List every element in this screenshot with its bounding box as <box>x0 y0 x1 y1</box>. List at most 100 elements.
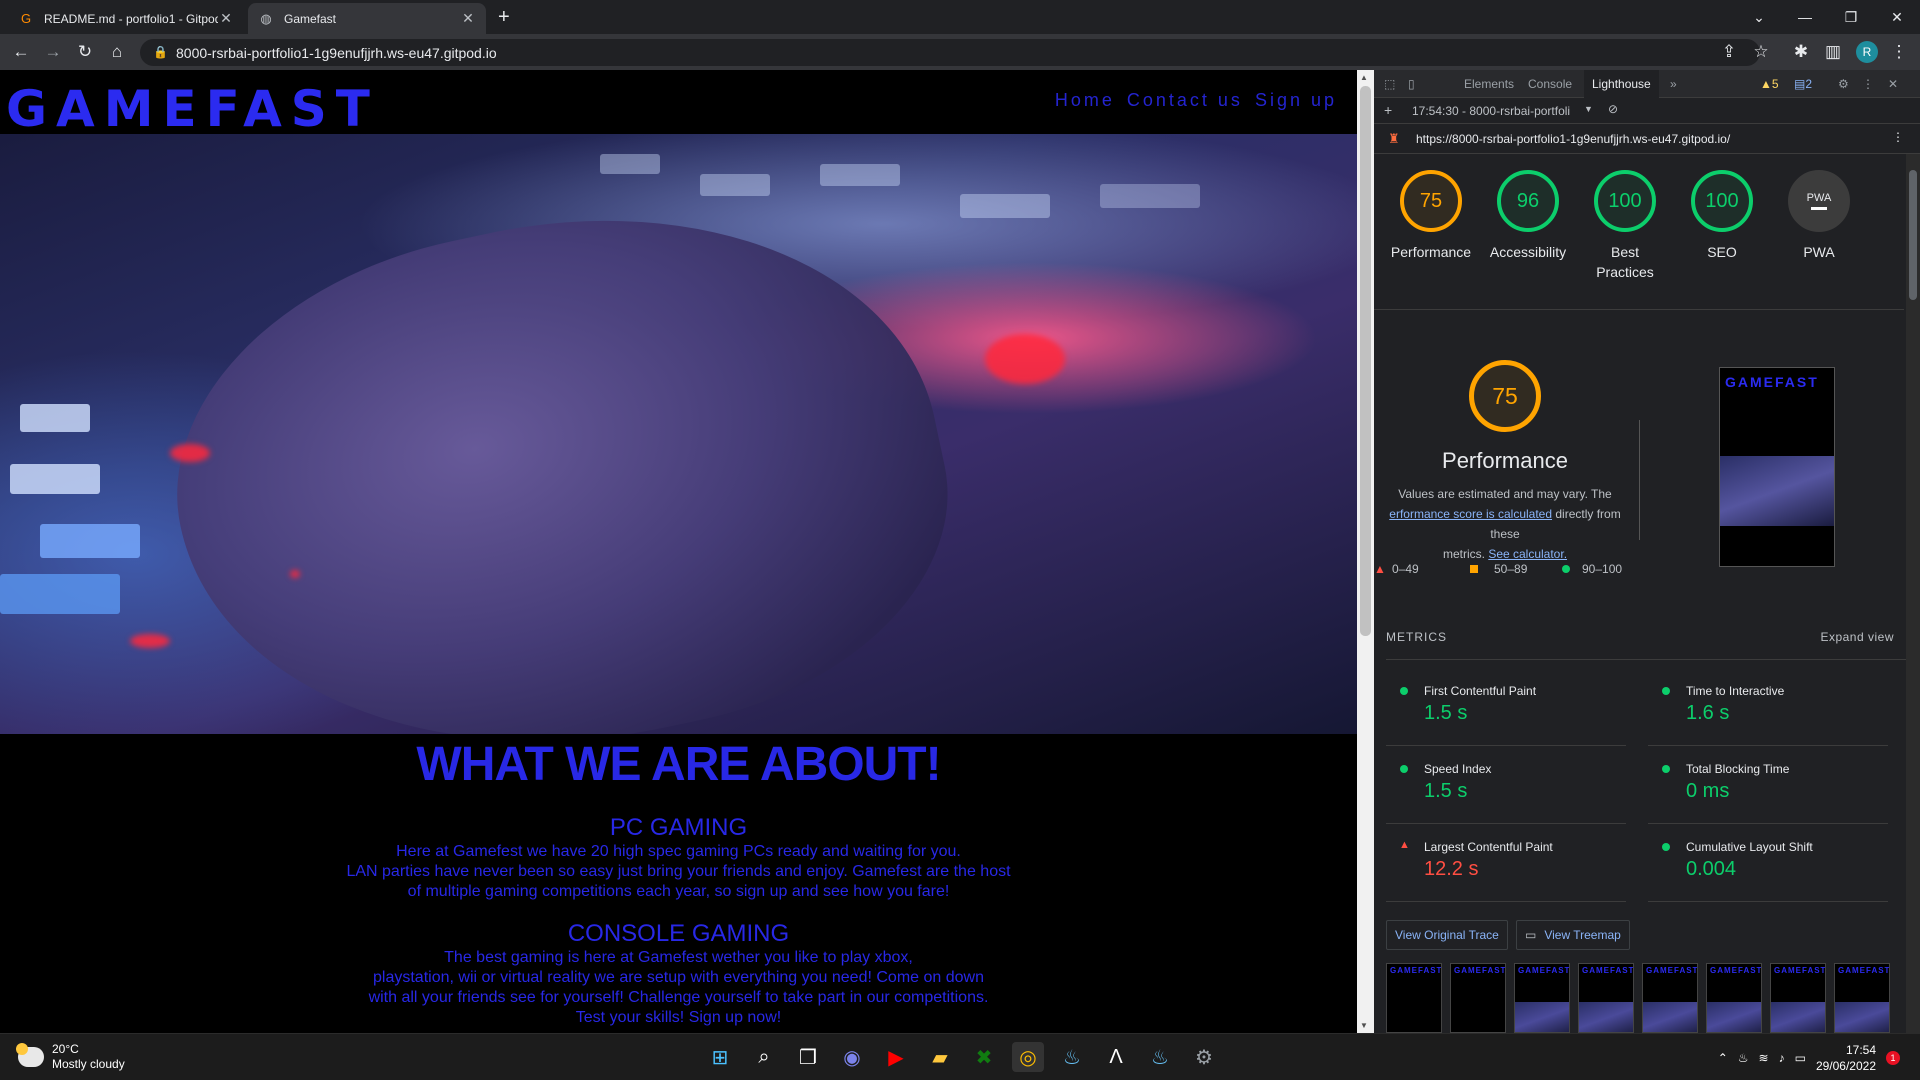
tab-search-icon[interactable]: ⌄ <box>1736 0 1782 34</box>
close-tab-icon[interactable]: ✕ <box>460 10 476 27</box>
search-icon[interactable]: ⌕ <box>748 1042 780 1072</box>
score-calculated-link[interactable]: erformance score is calculated <box>1389 507 1552 521</box>
warnings-badge[interactable]: ▲ 5 <box>1752 70 1787 98</box>
task-view-icon[interactable]: ❐ <box>792 1042 824 1072</box>
battery-icon[interactable]: ▭ <box>1795 1051 1806 1065</box>
metric-item: Cumulative Layout Shift 0.004 <box>1648 824 1888 902</box>
address-bar[interactable]: 🔒 8000-rsrbai-portfolio1-1g9enufjjrh.ws-… <box>140 39 1760 66</box>
tab-readme[interactable]: G README.md - portfolio1 - Gitpod ✕ <box>8 3 244 34</box>
gauge-label: PWA <box>1803 244 1835 260</box>
devtools-scrollbar[interactable] <box>1906 154 1920 1033</box>
view-original-trace-button[interactable]: View Original Trace <box>1386 920 1508 950</box>
devtools-menu-icon[interactable]: ⋮ <box>1854 70 1882 98</box>
score-gauges: 75 Performance 96 Accessibility 100 Best… <box>1374 170 1904 310</box>
scrollbar-thumb[interactable] <box>1360 86 1371 636</box>
performance-description: Values are estimated and may vary. The e… <box>1389 487 1621 561</box>
gauge-seo[interactable]: 100 SEO <box>1672 170 1772 262</box>
performance-summary: 75 Performance Values are estimated and … <box>1374 360 1904 660</box>
weather-widget[interactable]: 20°C Mostly cloudy <box>16 1042 125 1072</box>
close-devtools-icon[interactable]: ✕ <box>1880 70 1906 98</box>
reload-icon[interactable]: ↻ <box>74 41 96 63</box>
wifi-icon[interactable]: ≋ <box>1759 1051 1769 1065</box>
menu-icon[interactable]: ⋮ <box>1888 41 1910 63</box>
section-line: LAN parties have never been so easy just… <box>346 863 1011 880</box>
settings-gear-icon[interactable]: ⚙ <box>1830 70 1857 98</box>
gauge-performance[interactable]: 75 Performance <box>1381 170 1481 262</box>
see-calculator-link[interactable]: See calculator. <box>1488 547 1567 561</box>
tab-elements[interactable]: Elements <box>1456 70 1522 98</box>
steam-tray-icon[interactable]: ♨ <box>1738 1051 1749 1065</box>
start-icon[interactable]: ⊞ <box>704 1042 736 1072</box>
gauge-pwa[interactable]: PWA PWA <box>1769 170 1869 262</box>
cloudy-weather-icon <box>16 1043 44 1067</box>
report-selector[interactable]: 17:54:30 - 8000-rsrbai-portfoli <box>1412 104 1570 118</box>
extensions-icon[interactable]: ✱ <box>1790 41 1812 63</box>
chat-icon[interactable]: ◉ <box>836 1042 868 1072</box>
page-scrollbar[interactable]: ▲ ▼ <box>1357 70 1374 1033</box>
close-window-button[interactable]: ✕ <box>1874 0 1920 34</box>
chrome-icon[interactable]: ◎ <box>1012 1042 1044 1072</box>
devtools-panel: ⬚ ▯ Elements Console Lighthouse » ▲ 5 ▤ 2 … <box>1374 70 1920 1033</box>
lighthouse-toolbar: + 17:54:30 - 8000-rsrbai-portfoli ▼ ⊘ <box>1374 98 1920 124</box>
share-icon[interactable]: ⇪ <box>1718 41 1740 63</box>
minimize-button[interactable]: — <box>1782 0 1828 34</box>
site-nav: Home Contact us Sign up <box>1055 90 1337 111</box>
forward-icon[interactable]: → <box>42 41 64 63</box>
nav-contact[interactable]: Contact us <box>1127 90 1243 111</box>
file-explorer-icon[interactable]: ▰ <box>924 1042 956 1072</box>
section-line: The best gaming is here at Gamefest weth… <box>444 949 913 966</box>
xbox-icon[interactable]: ✖ <box>968 1042 1000 1072</box>
site-logo[interactable]: GAMEFAST <box>6 80 379 138</box>
profile-avatar[interactable]: R <box>1856 41 1878 63</box>
add-report-icon[interactable]: + <box>1384 102 1392 118</box>
score-ring: 96 <box>1497 170 1559 232</box>
steam-icon-2[interactable]: ♨ <box>1144 1042 1176 1072</box>
dropdown-icon[interactable]: ▼ <box>1584 104 1593 114</box>
nav-signup[interactable]: Sign up <box>1255 90 1337 111</box>
warnings-count: 5 <box>1771 77 1779 91</box>
new-tab-button[interactable]: + <box>498 6 510 29</box>
volume-icon[interactable]: ♪ <box>1779 1051 1785 1065</box>
steam-icon[interactable]: ♨ <box>1056 1042 1088 1072</box>
clear-icon[interactable]: ⊘ <box>1608 102 1618 116</box>
about-section: WHAT WE ARE ABOUT! PC GAMING Here at Gam… <box>0 734 1357 1028</box>
gauge-best-practices[interactable]: 100 Best Practices <box>1575 170 1675 282</box>
nav-home[interactable]: Home <box>1055 90 1115 111</box>
filmstrip-frame: GAMEFAST <box>1834 963 1890 1033</box>
report-url[interactable]: https://8000-rsrbai-portfolio1-1g9enufjj… <box>1416 132 1730 146</box>
expand-view-toggle[interactable]: Expand view <box>1820 630 1894 644</box>
filmstrip: GAMEFAST GAMEFAST GAMEFAST GAMEFAST GAME… <box>1386 963 1906 1033</box>
app-a-icon[interactable]: Λ <box>1100 1042 1132 1072</box>
tab-console[interactable]: Console <box>1520 70 1580 98</box>
home-icon[interactable]: ⌂ <box>106 41 128 63</box>
gauge-accessibility[interactable]: 96 Accessibility <box>1478 170 1578 262</box>
back-icon[interactable]: ← <box>10 41 32 63</box>
browser-toolbar: ← → ↻ ⌂ 🔒 8000-rsrbai-portfolio1-1g9enuf… <box>0 34 1920 70</box>
notification-badge[interactable]: 1 <box>1886 1051 1900 1065</box>
tab-gamefast[interactable]: ◍ Gamefast ✕ <box>248 3 486 34</box>
side-panel-icon[interactable]: ▥ <box>1822 41 1844 63</box>
messages-badge[interactable]: ▤ 2 <box>1786 70 1820 98</box>
close-tab-icon[interactable]: ✕ <box>218 10 234 27</box>
clock[interactable]: 17:54 29/06/2022 <box>1816 1042 1876 1074</box>
metric-item: First Contentful Paint 1.5 s <box>1386 668 1626 746</box>
gauge-label: SEO <box>1707 244 1737 260</box>
tab-lighthouse[interactable]: Lighthouse <box>1584 70 1659 98</box>
youtube-icon[interactable]: ▶ <box>880 1042 912 1072</box>
report-menu-icon[interactable]: ⋮ <box>1892 130 1904 144</box>
final-screenshot[interactable]: GAMEFAST <box>1719 367 1835 567</box>
performance-title: Performance <box>1442 448 1568 473</box>
view-treemap-button[interactable]: ▭ View Treemap <box>1516 920 1630 950</box>
tab-title: Gamefast <box>284 11 337 26</box>
more-tabs-icon[interactable]: » <box>1662 70 1685 98</box>
section-line: of multiple gaming competitions each yea… <box>407 883 950 900</box>
treemap-icon: ▭ <box>1525 928 1537 942</box>
device-toggle-icon[interactable]: ▯ <box>1400 70 1423 98</box>
lock-icon[interactable]: 🔒 <box>153 45 168 59</box>
metrics-header: METRICS Expand view <box>1386 630 1906 660</box>
bookmark-star-icon[interactable]: ☆ <box>1750 41 1772 63</box>
section-line: Test your skills! Sign up now! <box>575 1009 782 1026</box>
restore-button[interactable]: ❐ <box>1828 0 1874 34</box>
settings-gear-icon[interactable]: ⚙ <box>1188 1042 1220 1072</box>
chevron-up-icon[interactable]: ⌃ <box>1718 1051 1728 1065</box>
